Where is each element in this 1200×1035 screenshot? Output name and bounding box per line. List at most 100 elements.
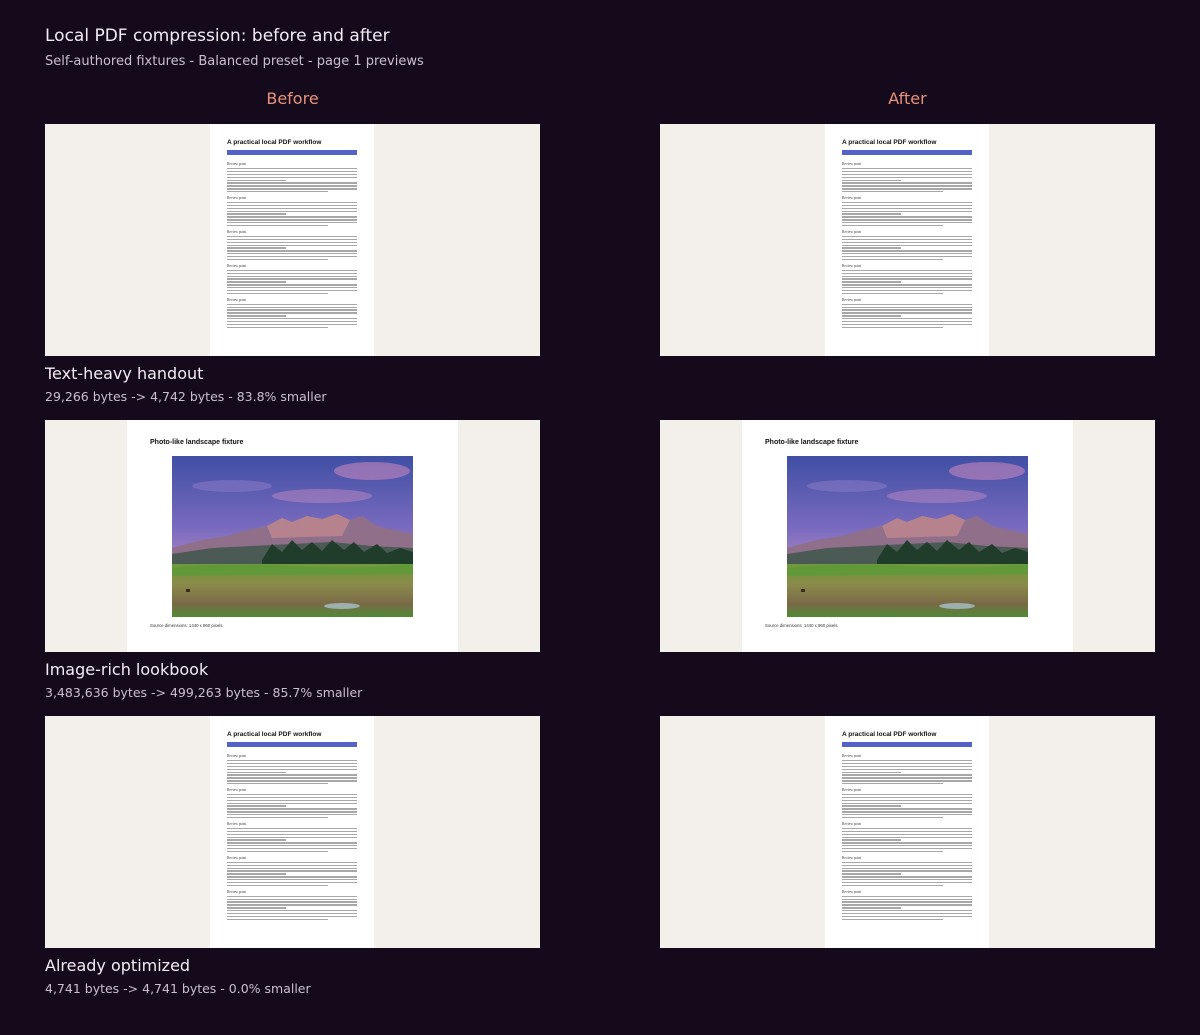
- text-line: [227, 771, 286, 773]
- doc-body: Review point Review point Review point Revi…: [842, 162, 972, 332]
- text-line: [227, 895, 357, 897]
- text-line: [227, 848, 357, 850]
- text-line: [842, 315, 901, 317]
- text-line: [842, 882, 972, 884]
- text-line: [227, 182, 357, 184]
- text-line: [227, 284, 357, 286]
- text-line: [227, 793, 357, 796]
- text-line: [842, 918, 944, 921]
- text-line: [842, 817, 944, 819]
- text-line: [227, 290, 357, 292]
- after-preview-already-optimized: A practical local PDF workflow Review po…: [660, 716, 1155, 948]
- doc-body: Review point Review point Review point Revi…: [227, 162, 357, 332]
- text-line: [227, 185, 357, 187]
- doc-title: Photo-like landscape fixture: [765, 439, 859, 446]
- text-line: [227, 827, 357, 830]
- before-preview-text-heavy: A practical local PDF workflow Review po…: [45, 124, 540, 356]
- doc-title: A practical local PDF workflow: [842, 731, 937, 738]
- text-line: [842, 269, 972, 272]
- text-line: [842, 768, 972, 770]
- text-line: [227, 326, 329, 329]
- text-line: [227, 275, 357, 277]
- text-line: [227, 814, 357, 816]
- doc-title: Photo-like landscape fixture: [150, 439, 244, 446]
- text-line: [227, 842, 357, 844]
- text-line: [227, 244, 357, 246]
- text-line: [842, 836, 972, 838]
- text-line: [842, 811, 972, 813]
- after-preview-text-heavy: A practical local PDF workflow Review po…: [660, 124, 1155, 356]
- text-line: [227, 904, 357, 906]
- text-line: [227, 204, 357, 207]
- text-line: [227, 213, 286, 215]
- section-heading: Review point: [842, 297, 862, 302]
- text-line: [842, 179, 901, 181]
- text-line: [227, 918, 329, 921]
- pdf-page: A practical local PDF workflow Review po…: [825, 124, 989, 356]
- text-line: [227, 219, 357, 221]
- section-heading: Review point: [227, 787, 247, 792]
- text-line: [227, 833, 357, 835]
- text-line: [227, 915, 357, 918]
- text-line: [227, 287, 357, 289]
- text-line: [227, 901, 357, 903]
- fixture-stats: 3,483,636 bytes -> 499,263 bytes - 85.7%…: [45, 685, 363, 700]
- text-line: [227, 808, 357, 810]
- text-line: [842, 318, 972, 320]
- text-line: [227, 907, 286, 909]
- section-heading: Review point: [227, 162, 247, 166]
- text-line: [227, 870, 357, 872]
- doc-body: Review point Review point Review point Revi…: [842, 754, 972, 924]
- text-line: [842, 901, 972, 903]
- fixture-stats: 29,266 bytes -> 4,742 bytes - 83.8% smal…: [45, 389, 327, 404]
- section-heading: Review point: [842, 229, 862, 234]
- text-line: [227, 173, 357, 176]
- text-line: [842, 225, 944, 227]
- text-line: [842, 850, 944, 853]
- section-heading: Review point: [227, 229, 247, 234]
- text-line: [227, 765, 357, 768]
- text-line: [842, 182, 972, 184]
- text-line: [227, 191, 329, 193]
- text-line: [842, 326, 944, 329]
- text-line: [842, 833, 972, 835]
- section-heading: Review point: [227, 821, 247, 826]
- text-line: [227, 796, 357, 799]
- text-line: [842, 884, 944, 887]
- text-line: [842, 904, 972, 906]
- section-heading: Review point: [227, 195, 247, 200]
- text-line: [842, 207, 972, 209]
- text-line: [227, 760, 357, 762]
- text-line: [227, 235, 357, 238]
- text-line: [842, 323, 972, 326]
- text-line: [227, 207, 357, 209]
- doc-section: Review point: [842, 822, 972, 853]
- doc-section: Review point: [842, 297, 972, 329]
- section-heading: Review point: [227, 889, 247, 894]
- text-line: [842, 915, 972, 918]
- section-heading: Review point: [227, 297, 247, 302]
- text-line: [842, 774, 972, 776]
- text-line: [842, 210, 972, 212]
- section-heading: Review point: [842, 855, 862, 860]
- text-line: [842, 910, 972, 912]
- text-line: [842, 762, 972, 765]
- text-line: [842, 244, 972, 246]
- text-line: [227, 269, 357, 272]
- text-line: [842, 873, 901, 875]
- text-line: [842, 895, 972, 897]
- text-line: [227, 802, 357, 804]
- photo-caption: Source dimensions: 1440 x 960 pixels.: [150, 623, 224, 628]
- before-preview-image-rich: Photo-like landscape fixture Source dime…: [45, 420, 540, 652]
- text-line: [842, 760, 972, 762]
- section-heading: Review point: [842, 263, 862, 268]
- doc-title: A practical local PDF workflow: [227, 731, 322, 738]
- text-line: [842, 235, 972, 238]
- text-line: [227, 222, 357, 224]
- text-line: [842, 168, 972, 170]
- text-line: [842, 879, 972, 881]
- before-preview-already-optimized: A practical local PDF workflow Review po…: [45, 716, 540, 948]
- text-line: [842, 204, 972, 207]
- doc-section: Review point: [842, 855, 972, 887]
- fixture-name: Text-heavy handout: [45, 364, 204, 383]
